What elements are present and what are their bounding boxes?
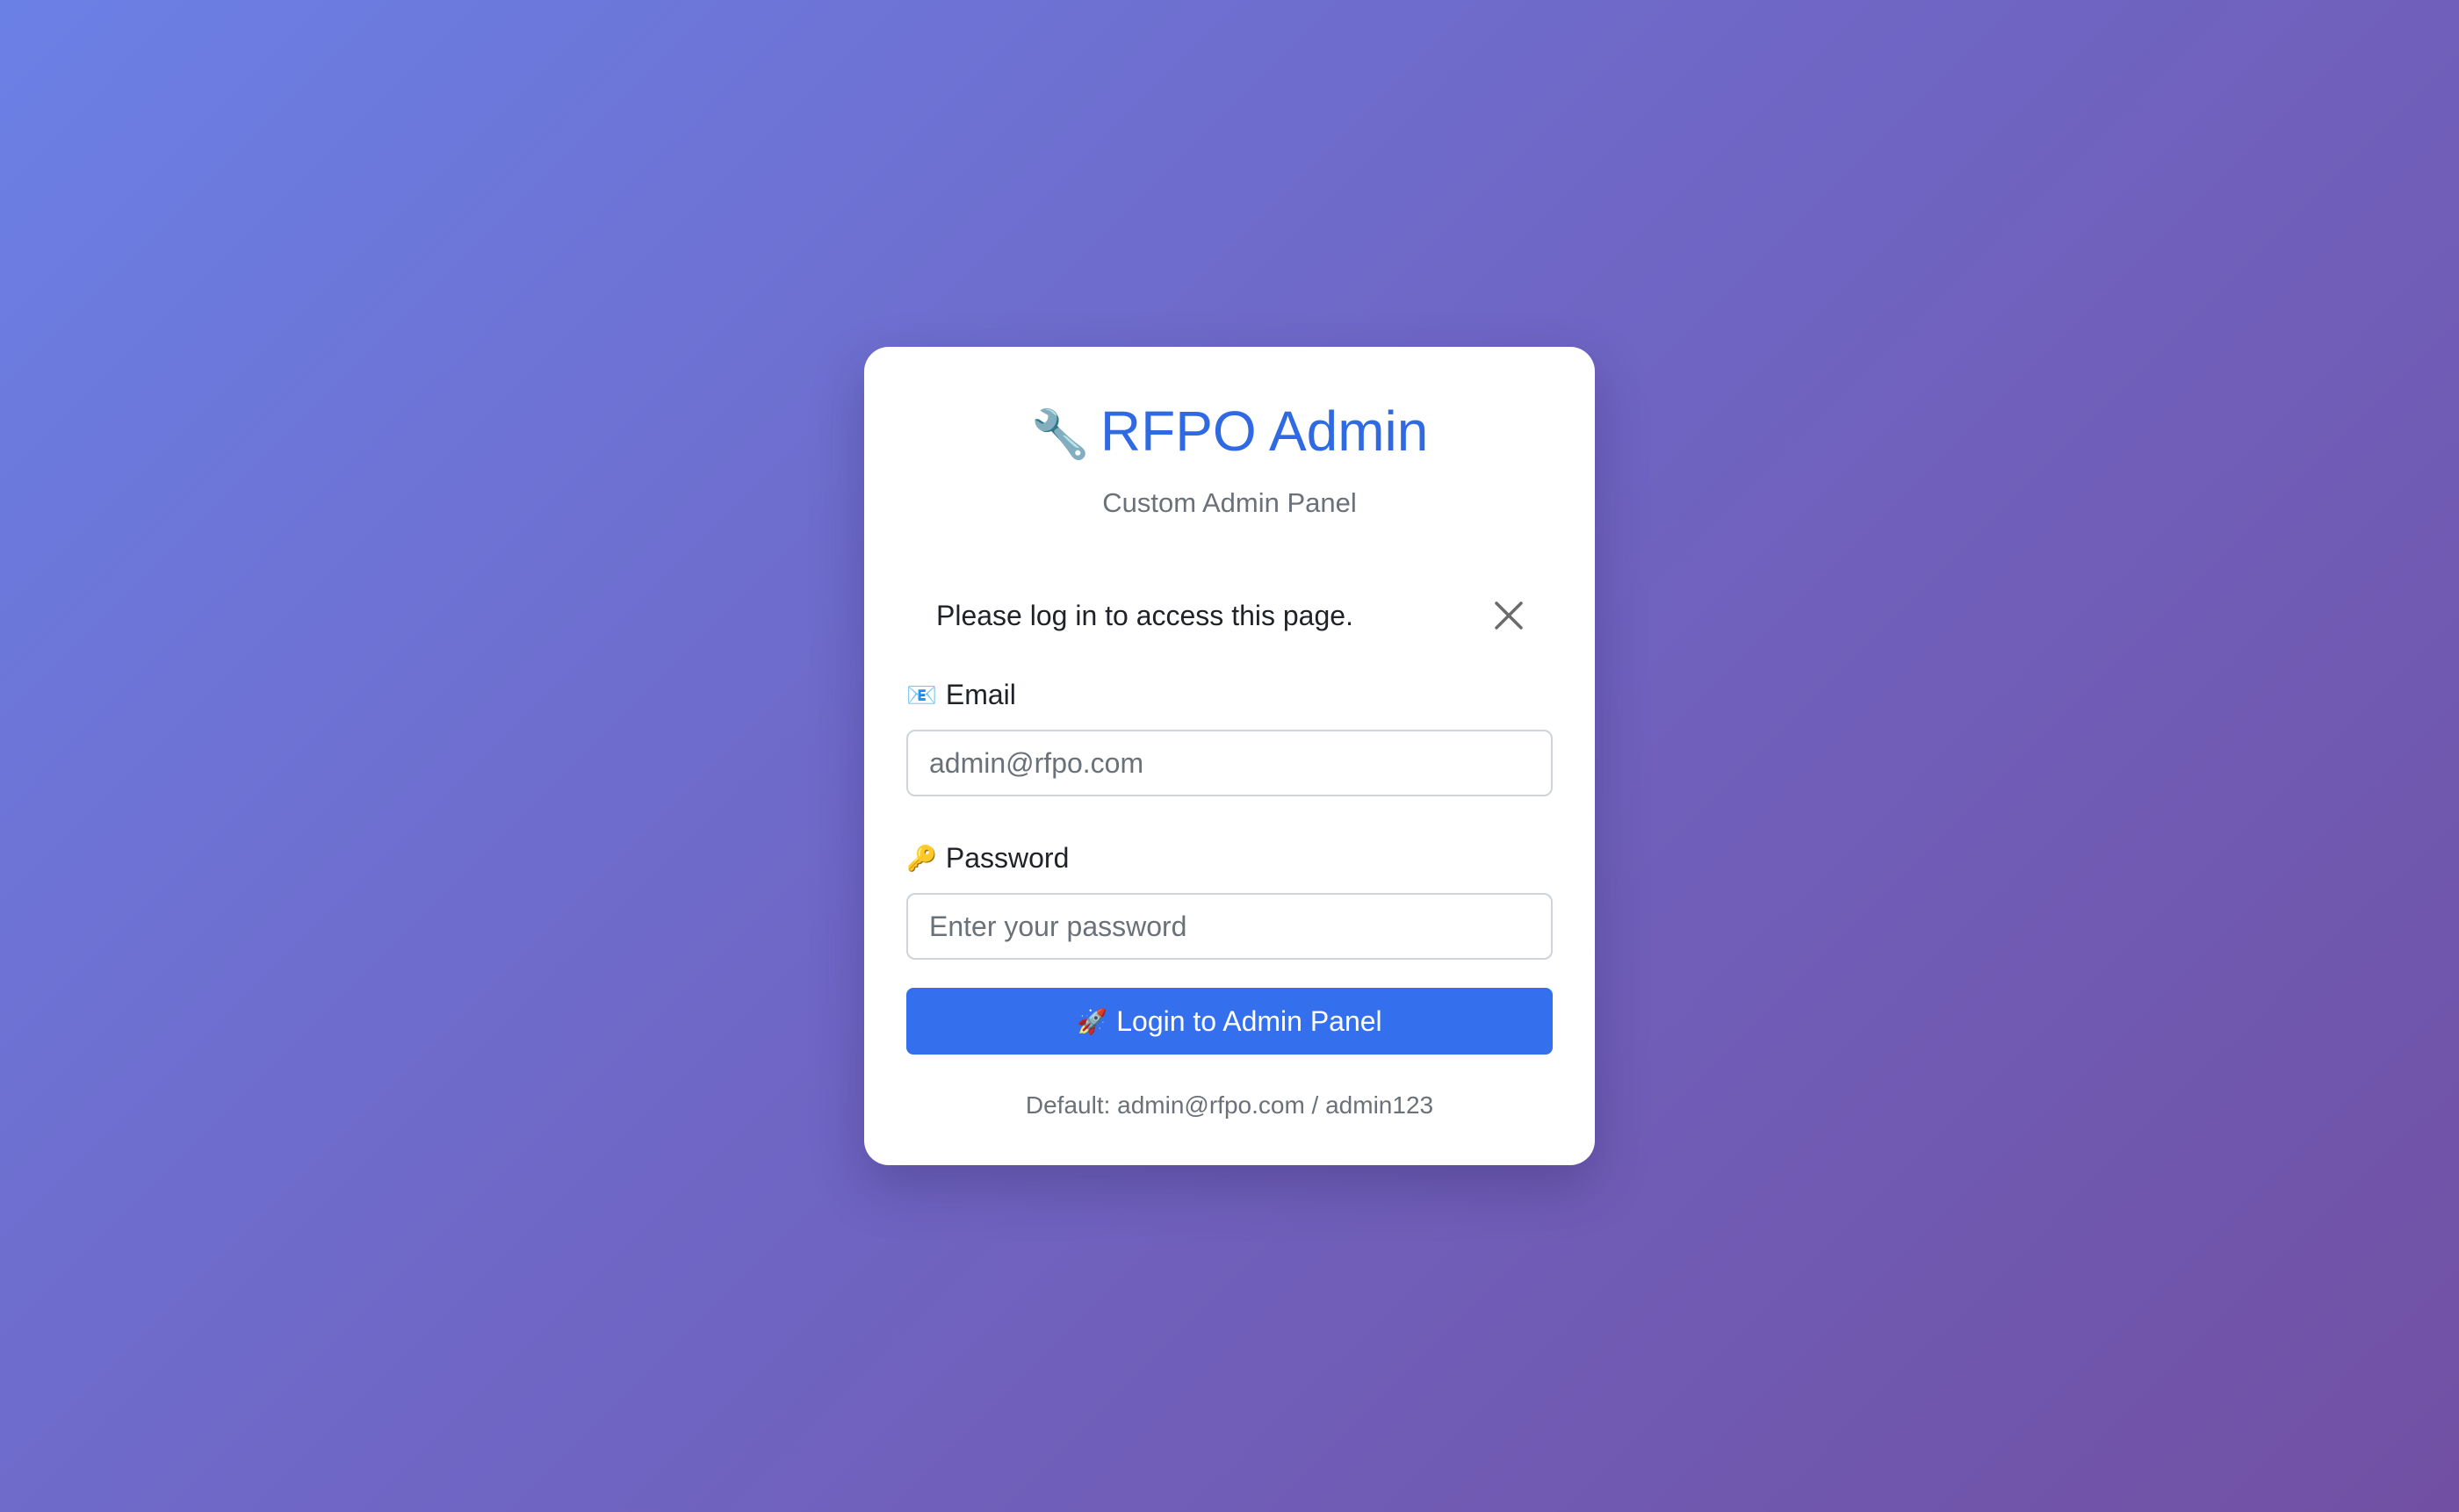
- page-title-text: RFPO Admin: [1100, 400, 1429, 463]
- login-button[interactable]: 🚀 Login to Admin Panel: [906, 988, 1553, 1055]
- login-button-label: Login to Admin Panel: [1116, 1004, 1382, 1037]
- password-field[interactable]: [906, 893, 1553, 960]
- email-field[interactable]: [906, 730, 1553, 796]
- alert-message: Please log in to access this page.: [936, 599, 1353, 631]
- page-title: 🔧 RFPO Admin: [906, 389, 1553, 473]
- default-credentials-hint: Default: admin@rfpo.com / admin123: [1025, 1091, 1434, 1119]
- page-subtitle: Custom Admin Panel: [1102, 487, 1357, 518]
- key-icon: 🔑: [906, 843, 937, 873]
- close-icon[interactable]: [1489, 596, 1528, 635]
- email-label-text: Email: [945, 678, 1016, 710]
- login-card: 🔧 RFPO Admin Custom Admin Panel Please lo…: [864, 347, 1595, 1165]
- envelope-icon: 📧: [906, 680, 937, 709]
- rocket-icon: 🚀: [1077, 1006, 1108, 1036]
- password-label: 🔑 Password: [906, 837, 1553, 879]
- email-label: 📧 Email: [906, 673, 1553, 716]
- password-label-text: Password: [945, 841, 1070, 874]
- login-required-alert: Please log in to access this page.: [906, 566, 1553, 665]
- wrench-icon: 🔧: [1030, 407, 1090, 462]
